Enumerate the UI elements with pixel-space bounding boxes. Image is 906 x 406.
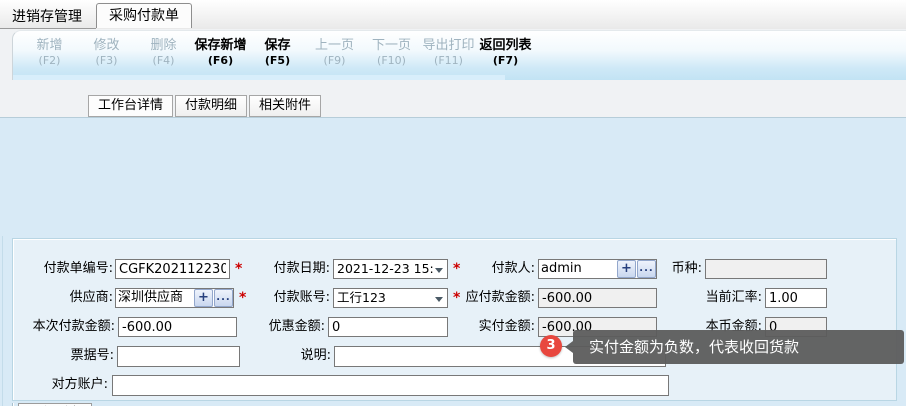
left-edge-line	[2, 236, 3, 406]
tab-baseline	[0, 28, 96, 29]
counterparty-account-label: 对方账户:	[50, 375, 108, 395]
form-tab-bar: 工作台详情 付款明细 相关附件	[88, 95, 323, 117]
tab-workbench-detail[interactable]: 工作台详情	[88, 95, 173, 117]
next-page-button[interactable]: 下一页 (F10)	[363, 31, 420, 80]
supplier-field[interactable]: 深圳供应商 + ...	[115, 288, 234, 308]
payable-amount-label: 应付款金额:	[460, 288, 535, 308]
plus-button[interactable]: +	[617, 260, 636, 278]
discount-amount-label: 优惠金额:	[261, 317, 325, 337]
content-area: 付款单编号: * 付款日期: 2021-12-23 15: * 付款人: adm…	[0, 117, 906, 406]
ellipsis-button[interactable]: ...	[214, 289, 233, 307]
tab-purchase-payment[interactable]: 采购付款单	[96, 3, 192, 28]
supplier-label: 供应商:	[63, 288, 113, 308]
doc-no-label: 付款单编号:	[33, 259, 113, 279]
edit-button[interactable]: 修改 (F3)	[78, 31, 135, 80]
payer-field[interactable]: admin + ...	[538, 259, 657, 279]
actual-amount-label: 实付金额:	[471, 317, 535, 337]
bill-no-input[interactable]	[117, 346, 240, 367]
counterparty-account-input[interactable]	[112, 375, 669, 396]
pay-date-label: 付款日期:	[266, 259, 330, 279]
doc-no-required: *	[235, 259, 242, 279]
note-label: 说明:	[293, 346, 331, 366]
ellipsis-button[interactable]: ...	[637, 260, 656, 278]
doc-no-input[interactable]	[115, 259, 230, 279]
chevron-down-icon	[435, 268, 443, 273]
pay-date-combobox[interactable]: 2021-12-23 15:	[333, 259, 448, 279]
save-new-button[interactable]: 保存新增 (F6)	[192, 31, 249, 80]
discount-amount-input[interactable]	[328, 317, 448, 337]
pay-account-combobox[interactable]: 工行123	[333, 288, 448, 308]
prev-page-button[interactable]: 上一页 (F9)	[306, 31, 363, 80]
payable-amount-input	[538, 288, 657, 308]
bill-no-label: 票据号:	[62, 346, 114, 366]
pay-date-required: *	[453, 259, 460, 279]
currency-input	[705, 259, 827, 279]
tab-payment-detail[interactable]: 付款明细	[175, 95, 247, 117]
current-pay-amount-label: 本次付款金额:	[19, 317, 115, 337]
negative-amount-tooltip: 实付金额为负数，代表收回货款	[573, 330, 904, 364]
window-tab-bar: 进销存管理 采购付款单	[0, 0, 906, 29]
save-button[interactable]: 保存 (F5)	[249, 31, 306, 80]
payer-label: 付款人:	[487, 259, 535, 279]
tab-inventory-management[interactable]: 进销存管理	[4, 7, 90, 28]
exchange-rate-input[interactable]	[765, 288, 827, 308]
main-toolbar: 新增 (F2) 修改 (F3) 删除 (F4) 保存新增 (F6) 保存 (F5…	[12, 30, 906, 80]
plus-button[interactable]: +	[194, 289, 213, 307]
new-button[interactable]: 新增 (F2)	[21, 31, 78, 80]
tab-related-attachments[interactable]: 相关附件	[249, 95, 321, 117]
purchase-payment-screen: 进销存管理 采购付款单 新增 (F2) 修改 (F3) 删除 (F4) 保存新增…	[0, 0, 906, 406]
chevron-down-icon	[435, 297, 443, 302]
delete-button[interactable]: 删除 (F4)	[135, 31, 192, 80]
supplier-required: *	[239, 288, 246, 308]
pay-account-label: 付款账号:	[266, 288, 330, 308]
current-pay-amount-input[interactable]	[118, 317, 237, 337]
annotation-badge-3: 3	[540, 335, 562, 357]
back-to-list-button[interactable]: 返回列表 (F7)	[477, 31, 534, 80]
exchange-rate-label: 当前汇率:	[700, 288, 762, 308]
currency-label: 币种:	[660, 259, 702, 279]
export-print-button[interactable]: 导出打印 (F11)	[420, 31, 477, 80]
